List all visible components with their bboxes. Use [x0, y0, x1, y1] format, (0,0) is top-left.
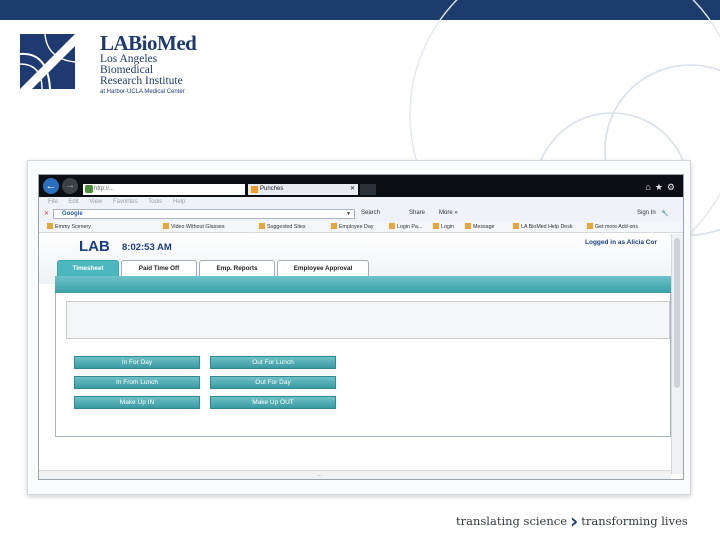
- share-button[interactable]: Share: [409, 210, 425, 216]
- favorite-item[interactable]: Message: [465, 221, 495, 232]
- close-toolbar-icon[interactable]: ✕: [44, 210, 49, 217]
- tab-employee-approval[interactable]: Employee Approval: [277, 260, 369, 276]
- vertical-scroll-thumb[interactable]: [674, 238, 680, 388]
- make-up-in-button[interactable]: Make Up IN: [74, 396, 200, 409]
- browser-address-row: ← → http://... Punches ✕ ⌂★⚙: [39, 175, 683, 197]
- chevron-right-icon: ›: [570, 509, 579, 533]
- browser-menu-bar: File Edit View Favorites Tools Help: [39, 197, 683, 207]
- tab-paid-time-off[interactable]: Paid Time Off: [121, 260, 197, 276]
- browser-window-icons: ⌂★⚙: [645, 182, 679, 193]
- back-button[interactable]: ←: [43, 178, 59, 194]
- new-tab-button[interactable]: [360, 184, 376, 195]
- sign-in-button[interactable]: Sign In: [637, 210, 656, 216]
- scroll-grip-icon: ⋯: [317, 473, 323, 479]
- search-provider: Google: [62, 211, 83, 217]
- out-for-day-button[interactable]: Out For Day: [210, 376, 336, 389]
- page-icon: [85, 185, 93, 193]
- browser-window: ← → http://... Punches ✕ ⌂★⚙ File Edit V…: [38, 174, 684, 480]
- favorite-item[interactable]: Emmy Scenery: [47, 221, 91, 232]
- favorite-icon: [331, 223, 337, 229]
- favorite-icon: [513, 223, 519, 229]
- top-band: [0, 0, 720, 20]
- favorite-icon: [389, 223, 395, 229]
- menu-file[interactable]: File: [48, 199, 58, 205]
- close-tab-icon[interactable]: ✕: [350, 184, 355, 195]
- logo-text: LABioMed Los Angeles Biomedical Research…: [100, 31, 197, 97]
- menu-edit[interactable]: Edit: [68, 199, 78, 205]
- tagline: translating science › transforming lives: [456, 509, 688, 533]
- logo-name: LABioMed: [100, 31, 197, 55]
- labiomed-logo: LABioMed Los Angeles Biomedical Research…: [20, 32, 210, 102]
- favorite-item[interactable]: Login: [433, 221, 454, 232]
- info-panel: [66, 301, 670, 339]
- tab-timesheet[interactable]: Timesheet: [57, 260, 119, 276]
- tagline-left: translating science: [456, 514, 568, 528]
- favorite-icon: [259, 223, 265, 229]
- app-brand: LAB: [79, 238, 110, 255]
- forward-button[interactable]: →: [62, 178, 78, 194]
- favorite-item[interactable]: Employee Day: [331, 221, 373, 232]
- menu-view[interactable]: View: [89, 199, 102, 205]
- home-icon[interactable]: ⌂: [645, 182, 654, 192]
- make-up-out-button[interactable]: Make Up OUT: [210, 396, 336, 409]
- tagline-right: transforming lives: [581, 514, 688, 528]
- favorite-icon: [47, 223, 53, 229]
- logged-in-user: Logged in as Alicia Cor: [585, 239, 657, 246]
- favorite-item[interactable]: Login Pa...: [389, 221, 422, 232]
- favorite-icon: [433, 223, 439, 229]
- address-text: http://...: [94, 186, 115, 192]
- tab-emp-reports[interactable]: Emp. Reports: [199, 260, 275, 276]
- app-clock: 8:02:53 AM: [122, 242, 172, 253]
- favorite-item[interactable]: Suggested Sites: [259, 221, 306, 232]
- timesheet-header-band: [55, 276, 671, 293]
- logo-line-3: Research Institute: [100, 75, 183, 87]
- search-button[interactable]: Search: [361, 210, 380, 216]
- google-search-input[interactable]: Google ▼: [53, 209, 355, 219]
- chevron-down-icon: ▼: [346, 211, 351, 217]
- menu-tools[interactable]: Tools: [148, 199, 162, 205]
- favorite-item[interactable]: LA BioMed Help Desk: [513, 221, 573, 232]
- menu-favorites[interactable]: Favorites: [113, 199, 138, 205]
- address-bar[interactable]: http://...: [83, 184, 245, 195]
- google-toolbar: ✕ Google ▼ Search Share More » Sign In 🔧: [39, 207, 683, 221]
- favorite-icon: [465, 223, 471, 229]
- star-icon[interactable]: ★: [655, 182, 667, 192]
- favorite-icon: [587, 223, 593, 229]
- vertical-scrollbar[interactable]: [671, 234, 683, 474]
- favorite-icon: [163, 223, 169, 229]
- favorite-item[interactable]: Get more Add-ons: [587, 221, 638, 232]
- gear-icon[interactable]: ⚙: [667, 182, 679, 192]
- logo-subtitle: at Harbor-UCLA Medical Center: [100, 89, 185, 95]
- browser-tab[interactable]: Punches ✕: [248, 184, 358, 195]
- favorites-bar: Emmy Scenery Video Without Glasses Sugge…: [39, 221, 683, 233]
- in-for-day-button[interactable]: In For Day: [74, 356, 200, 369]
- tab-favicon-icon: [251, 186, 258, 193]
- timesheet-content: In For Day Out For Lunch In From Lunch O…: [55, 293, 671, 437]
- wrench-icon[interactable]: 🔧: [661, 210, 668, 217]
- labiomed-mark-icon: [20, 34, 75, 89]
- out-for-lunch-button[interactable]: Out For Lunch: [210, 356, 336, 369]
- more-button[interactable]: More »: [439, 210, 458, 216]
- horizontal-scrollbar[interactable]: ⋯: [39, 470, 671, 479]
- menu-help[interactable]: Help: [173, 199, 185, 205]
- browser-tab-title: Punches: [260, 186, 284, 192]
- in-from-lunch-button[interactable]: In From Lunch: [74, 376, 200, 389]
- favorite-item[interactable]: Video Without Glasses: [163, 221, 225, 232]
